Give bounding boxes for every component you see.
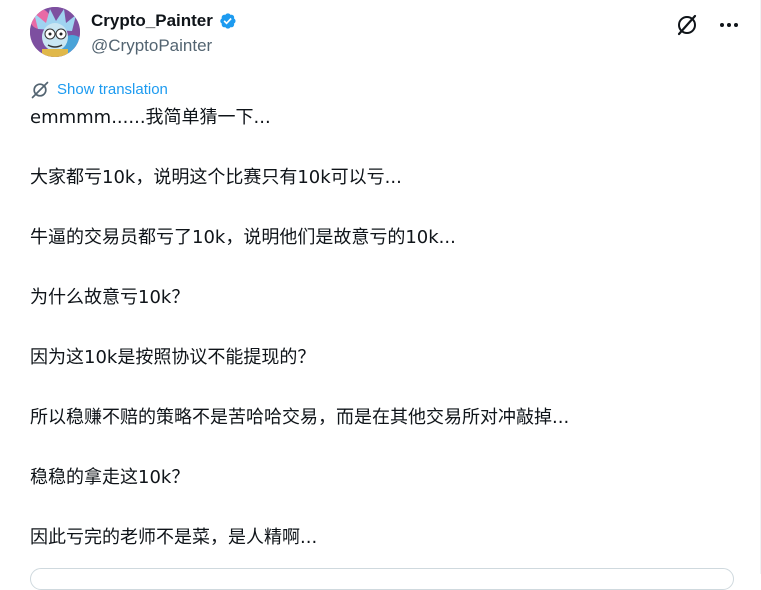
show-translation-link[interactable]: Show translation — [30, 79, 168, 101]
tweet-paragraph: 稳稳的拿走这10k？ — [30, 467, 190, 488]
show-translation-label[interactable]: Show translation — [57, 79, 168, 101]
more-icon[interactable] — [714, 10, 744, 40]
embedded-card[interactable] — [30, 568, 734, 590]
tweet-paragraph: 因为这10k是按照协议不能提现的？ — [30, 347, 316, 368]
verified-badge-icon[interactable] — [217, 11, 237, 31]
header-actions — [672, 10, 744, 40]
tweet-paragraph: 为什么故意亏10k？ — [30, 287, 190, 308]
author-display-name[interactable]: Crypto_Painter — [91, 10, 213, 32]
avatar[interactable] — [30, 7, 80, 57]
author-handle[interactable]: @CryptoPainter — [91, 34, 237, 58]
tweet-paragraph: 大家都亏10k，说明这个比赛只有10k可以亏... — [30, 167, 402, 188]
tweet-paragraph: 因此亏完的老师不是菜，是人精啊... — [30, 527, 318, 548]
tweet-header: Crypto_Painter @CryptoPainter — [30, 7, 761, 61]
tweet-paragraph: 所以稳赚不赔的策略不是苦哈哈交易，而是在其他交易所对冲敲掉... — [30, 407, 570, 428]
tweet-paragraph: 牛逼的交易员都亏了10k，说明他们是故意亏的10k... — [30, 227, 456, 248]
author-info: Crypto_Painter @CryptoPainter — [91, 10, 237, 58]
translate-icon — [31, 81, 49, 99]
avatar-image — [30, 7, 80, 57]
tweet-paragraph: emmmm......我简单猜一下... — [30, 107, 271, 128]
grok-icon[interactable] — [672, 10, 702, 40]
tweet-text: emmmm......我简单猜一下... 大家都亏10k，说明这个比赛只有10k… — [30, 106, 730, 586]
